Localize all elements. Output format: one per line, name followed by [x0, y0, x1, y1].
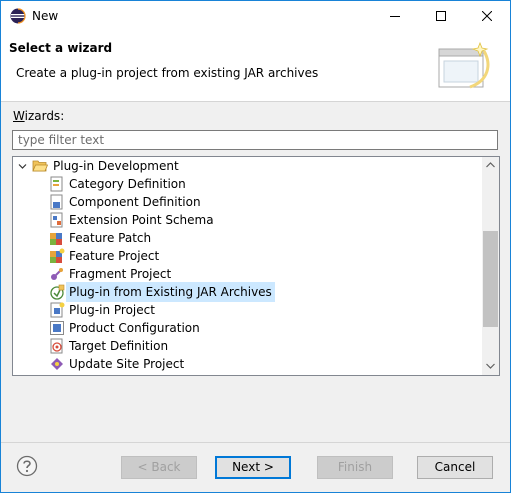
scroll-thumb[interactable] [483, 231, 498, 327]
maximize-button[interactable] [418, 1, 464, 31]
tree-item-label: Component Definition [69, 195, 201, 209]
cancel-button[interactable]: Cancel [417, 456, 493, 479]
eclipse-app-icon [10, 8, 26, 24]
tree-item-label: Update Site Project [69, 357, 185, 371]
new-wizard-dialog: New Select a wizard Create a plug-in pro… [0, 0, 511, 493]
back-button[interactable]: < Back [121, 456, 197, 479]
minimize-icon [390, 16, 400, 17]
tree-category-label: Plug-in Development [53, 159, 179, 173]
scroll-down-button[interactable] [482, 358, 499, 375]
component-definition-icon [50, 194, 63, 210]
folder-open-icon [32, 160, 48, 172]
wizard-tree[interactable]: Plug-in Development Category Definition … [12, 156, 500, 376]
tree-item-label: Plug-in Project [69, 303, 155, 317]
chevron-down-icon [486, 363, 495, 369]
scroll-up-button[interactable] [482, 157, 499, 174]
title-bar: New [1, 1, 510, 31]
window-title: New [32, 9, 59, 23]
tree-item-label: Plug-in from Existing JAR Archives [66, 282, 275, 302]
close-icon [482, 11, 492, 21]
minimize-button[interactable] [372, 1, 418, 31]
target-definition-icon [50, 338, 63, 354]
plugin-from-jar-icon [50, 284, 65, 300]
feature-project-icon [50, 248, 65, 263]
tree-category-plugin-development[interactable]: Plug-in Development [13, 157, 483, 175]
wizards-label: Wizards: [13, 109, 65, 123]
category-definition-icon [50, 176, 63, 192]
next-button[interactable]: Next > [215, 456, 291, 479]
wizard-banner-icon [438, 41, 490, 89]
tree-item-label: Fragment Project [69, 267, 172, 281]
fragment-project-icon [51, 268, 63, 280]
tree-item-label: Feature Project [69, 249, 160, 263]
tree-item-label: Category Definition [69, 177, 186, 191]
header-description: Create a plug-in project from existing J… [16, 66, 319, 80]
chevron-up-icon [486, 162, 495, 168]
wizard-header: Select a wizard Create a plug-in project… [1, 31, 510, 102]
product-configuration-icon [50, 321, 64, 335]
update-site-project-icon [51, 358, 63, 370]
close-button[interactable] [464, 1, 510, 31]
finish-button[interactable]: Finish [317, 456, 393, 479]
extension-point-schema-icon [50, 212, 63, 228]
chevron-down-icon[interactable] [18, 162, 27, 171]
tree-item-label: Target Definition [69, 339, 169, 353]
feature-patch-icon [50, 233, 62, 245]
maximize-icon [436, 11, 446, 21]
help-icon[interactable] [16, 455, 38, 477]
header-title: Select a wizard [9, 41, 113, 55]
tree-item-label: Feature Patch [69, 231, 152, 245]
plugin-project-icon [50, 302, 65, 318]
tree-item-label: Extension Point Schema [69, 213, 214, 227]
footer-separator [1, 442, 510, 443]
tree-item-label: Product Configuration [69, 321, 200, 335]
tree-vertical-scrollbar[interactable] [482, 157, 499, 375]
filter-input[interactable] [12, 130, 498, 150]
